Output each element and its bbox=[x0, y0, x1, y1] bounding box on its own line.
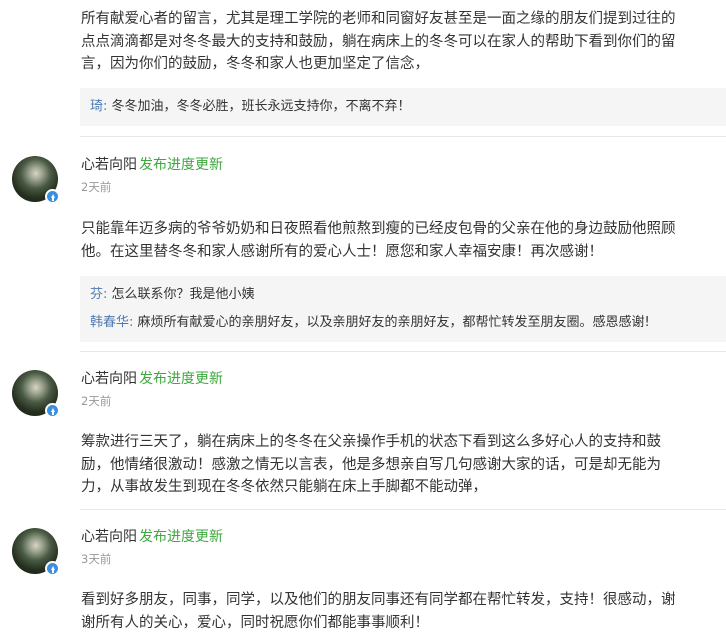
post-body: 所有献爱心者的留言，尤其是理工学院的老师和同窗好友甚至是一面之缘的朋友们提到过往… bbox=[81, 8, 721, 76]
post-header: 心若向阳 发布进度更新 3天前 bbox=[12, 528, 712, 578]
post-body-line: 言，因为你们的鼓励，冬冬和家人也更加坚定了信念， bbox=[81, 56, 429, 72]
divider bbox=[80, 509, 726, 510]
author-name[interactable]: 心若向阳 bbox=[81, 157, 137, 173]
post-header: 心若向阳 发布进度更新 2天前 bbox=[12, 370, 712, 420]
reply-author[interactable]: 芬: bbox=[90, 287, 107, 302]
post-body-line: 励，他情绪很激动！感激之情无以言表，他是多想亲自写几句感谢大家的话，可是却无能为 bbox=[81, 456, 661, 473]
post-body-line: 只能靠年迈多病的爷爷奶奶和日夜照看他煎熬到瘦的已经皮包骨的父亲在他的身边鼓励他照… bbox=[81, 221, 676, 237]
reply-item[interactable]: 芬: 怎么联系你？我是他小姨 bbox=[80, 285, 726, 305]
post-time: 3天前 bbox=[81, 552, 112, 566]
author-name[interactable]: 心若向阳 bbox=[81, 371, 137, 387]
post-body-line: 谢所有人的关心，爱心，同时祝愿你们都能事事顺利！ bbox=[81, 614, 429, 631]
post-action: 发布进度更新 bbox=[139, 371, 223, 387]
post-time: 2天前 bbox=[81, 394, 112, 408]
reply-text: 冬冬加油，冬冬必胜，班长永远支持你，不离不弃！ bbox=[107, 99, 411, 114]
author-name[interactable]: 心若向阳 bbox=[81, 529, 137, 545]
verified-badge-icon bbox=[45, 189, 60, 204]
post-action: 发布进度更新 bbox=[139, 157, 223, 173]
post-body-line: 他。在这里替冬冬和家人感谢所有的爱心人士！愿您和家人幸福安康！再次感谢！ bbox=[81, 243, 603, 260]
post-body-line: 力，从事故发生到现在冬冬依然只能躺在床上手脚都不能动弹， bbox=[81, 479, 487, 495]
divider bbox=[80, 351, 726, 352]
reply-box: 琦: 冬冬加油，冬冬必胜，班长永远支持你，不离不弃！ bbox=[80, 88, 726, 126]
post-action: 发布进度更新 bbox=[139, 529, 223, 545]
post-author-line: 心若向阳 发布进度更新 bbox=[81, 156, 223, 174]
post-body-line: 点点滴滴都是对冬冬最大的支持和鼓励，躺在病床上的冬冬可以在家人的帮助下看到你们的… bbox=[81, 33, 676, 50]
post-author-line: 心若向阳 发布进度更新 bbox=[81, 528, 223, 546]
update-feed: 所有献爱心者的留言，尤其是理工学院的老师和同窗好友甚至是一面之缘的朋友们提到过往… bbox=[0, 0, 726, 642]
reply-text: 麻烦所有献爱心的亲朋好友，以及亲朋好友的亲朋好友，都帮忙转发至朋友圈。感恩感谢! bbox=[133, 315, 650, 330]
post-header: 心若向阳 发布进度更新 2天前 bbox=[12, 156, 712, 206]
post-body-line: 筹款进行三天了，躺在病床上的冬冬在父亲操作手机的状态下看到这么多好心人的支持和鼓 bbox=[81, 434, 661, 450]
post-body: 看到好多朋友，同事，同学，以及他们的朋友同事还有同学都在帮忙转发，支持！很感动，… bbox=[81, 589, 721, 634]
post-body-line: 所有献爱心者的留言，尤其是理工学院的老师和同窗好友甚至是一面之缘的朋友们提到过往… bbox=[81, 11, 676, 27]
post-author-line: 心若向阳 发布进度更新 bbox=[81, 370, 223, 388]
reply-item[interactable]: 韩春华: 麻烦所有献爱心的亲朋好友，以及亲朋好友的亲朋好友，都帮忙转发至朋友圈。… bbox=[80, 313, 726, 333]
post-time: 2天前 bbox=[81, 180, 112, 194]
verified-badge-icon bbox=[45, 403, 60, 418]
reply-text: 怎么联系你？我是他小姨 bbox=[107, 287, 255, 302]
post-body-line: 看到好多朋友，同事，同学，以及他们的朋友同事还有同学都在帮忙转发，支持！很感动，… bbox=[81, 592, 676, 608]
reply-author[interactable]: 琦: bbox=[90, 99, 107, 114]
reply-box: 芬: 怎么联系你？我是他小姨 韩春华: 麻烦所有献爱心的亲朋好友，以及亲朋好友的… bbox=[80, 276, 726, 342]
post-body: 筹款进行三天了，躺在病床上的冬冬在父亲操作手机的状态下看到这么多好心人的支持和鼓… bbox=[81, 431, 721, 499]
reply-author[interactable]: 韩春华: bbox=[90, 315, 133, 330]
post-body: 只能靠年迈多病的爷爷奶奶和日夜照看他煎熬到瘦的已经皮包骨的父亲在他的身边鼓励他照… bbox=[81, 218, 721, 263]
reply-item[interactable]: 琦: 冬冬加油，冬冬必胜，班长永远支持你，不离不弃！ bbox=[80, 97, 726, 117]
verified-badge-icon bbox=[45, 561, 60, 576]
divider bbox=[80, 136, 726, 137]
